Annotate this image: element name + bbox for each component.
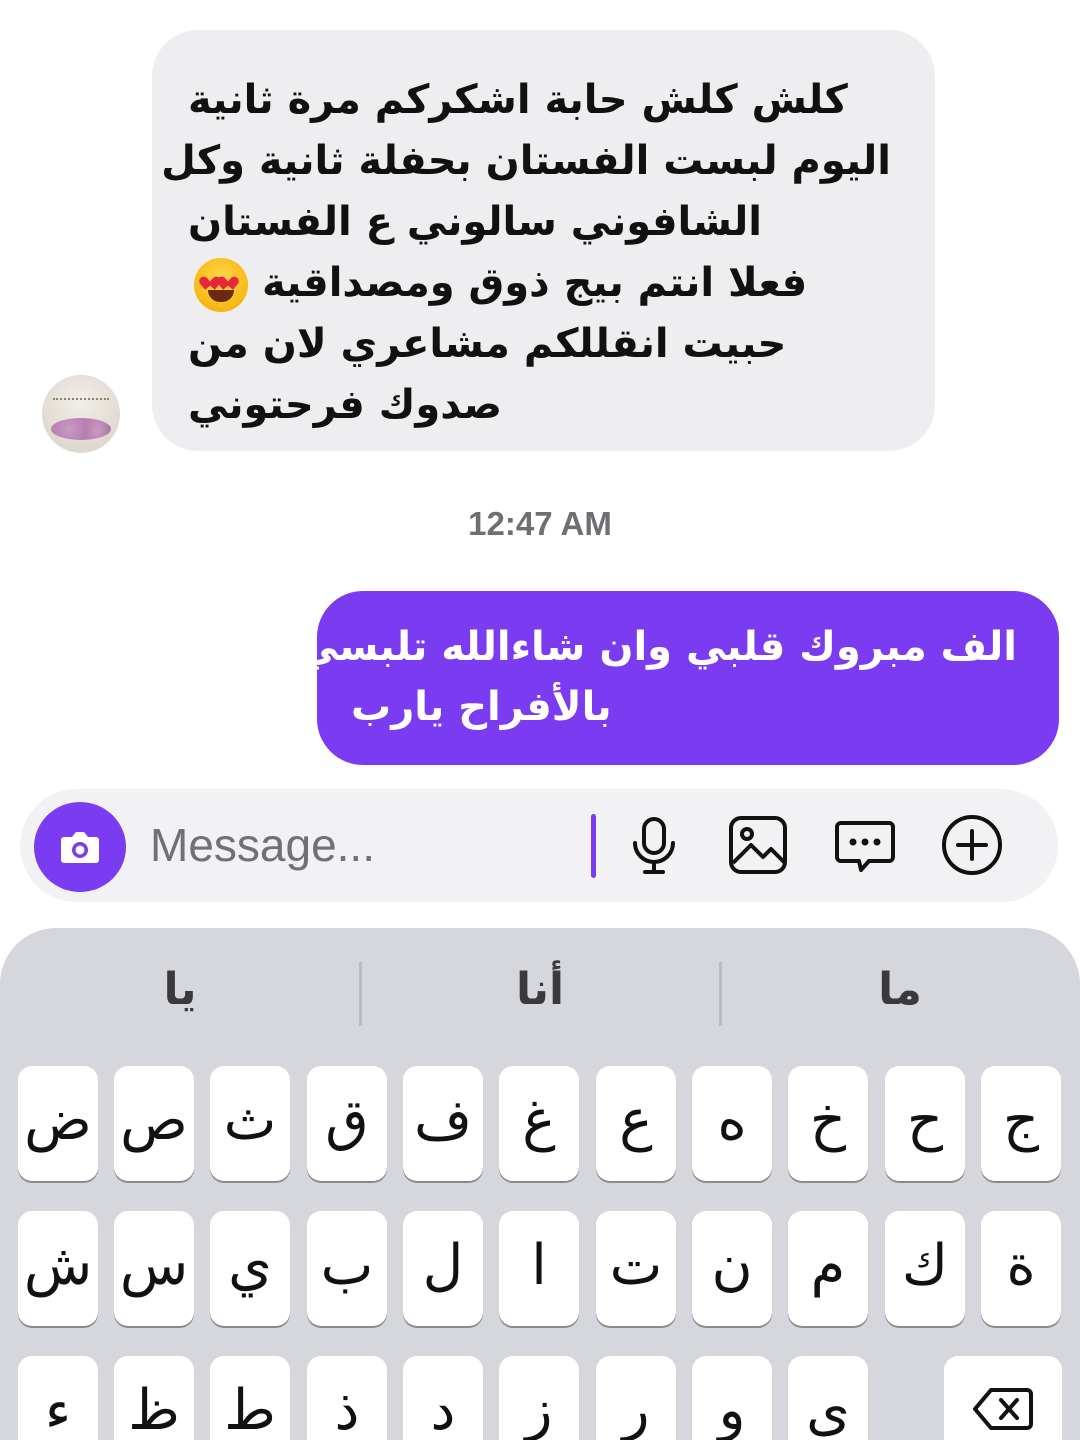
arabic-keyboard: يا أنا ما ض ص ث ق ف غ ع ه خ ح ج ش س ي ب … [0, 928, 1080, 1440]
message-line-with-emoji: فعلا انتم بيج ذوق ومصداقية [188, 253, 891, 314]
key[interactable]: د [403, 1356, 483, 1440]
key[interactable]: ب [307, 1211, 387, 1326]
gallery-icon [729, 816, 787, 874]
avatar-flowers-decoration [51, 418, 111, 440]
message-line: بالأفراح يارب [351, 684, 612, 730]
key[interactable]: ق [307, 1066, 387, 1181]
incoming-message-bubble[interactable]: كلش كلش حابة اشكركم مرة ثانية اليوم لبست… [152, 30, 935, 451]
plus-circle-icon [942, 815, 1002, 875]
camera-button[interactable] [34, 802, 126, 892]
camera-icon [61, 832, 99, 863]
key[interactable]: ى [788, 1356, 868, 1440]
message-line: حبيت انقللكم مشاعري لان من [188, 321, 787, 367]
suggestion-bar: يا أنا ما [0, 928, 1080, 1048]
message-input[interactable] [150, 815, 580, 875]
key[interactable]: ظ [114, 1356, 194, 1440]
key[interactable]: ف [403, 1066, 483, 1181]
key[interactable]: ت [596, 1211, 676, 1326]
microphone-icon [633, 817, 675, 874]
key[interactable]: ه [692, 1066, 772, 1181]
message-line: الشافوني سالوني ع الفستان [188, 199, 762, 245]
key[interactable]: ط [210, 1356, 290, 1440]
key[interactable]: س [114, 1211, 194, 1326]
key[interactable]: ي [210, 1211, 290, 1326]
delete-key[interactable] [944, 1356, 1062, 1440]
key[interactable]: ص [114, 1066, 194, 1181]
key[interactable]: خ [788, 1066, 868, 1181]
key[interactable]: م [788, 1211, 868, 1326]
key[interactable]: ج [981, 1066, 1061, 1181]
key[interactable]: ش [18, 1211, 98, 1326]
key[interactable]: ا [499, 1211, 579, 1326]
key[interactable]: ث [210, 1066, 290, 1181]
delete-icon [973, 1388, 1033, 1430]
message-line: الف مبروك قلبي وان شاءالله تلبسي [298, 624, 1018, 670]
suggestion-item[interactable]: ما [720, 964, 1080, 1015]
key[interactable]: ل [403, 1211, 483, 1326]
message-line: كلش كلش حابة اشكركم مرة ثانية [188, 77, 848, 123]
gallery-button[interactable] [724, 811, 792, 879]
heart-eyes-emoji-icon [194, 258, 248, 312]
key[interactable]: ذ [307, 1356, 387, 1440]
key[interactable]: ر [596, 1356, 676, 1440]
message-composer [20, 789, 1058, 902]
microphone-button[interactable] [620, 811, 688, 879]
key[interactable]: ض [18, 1066, 98, 1181]
outgoing-message-bubble[interactable]: الف مبروك قلبي وان شاءالله تلبسي بالأفرا… [298, 591, 1059, 765]
text-caret [591, 814, 596, 878]
suggestion-item[interactable]: أنا [360, 964, 720, 1015]
key[interactable]: ح [885, 1066, 965, 1181]
message-timestamp: 12:47 AM [468, 505, 612, 542]
suggestion-item[interactable]: يا [0, 964, 360, 1015]
message-line: صدوك فرحتوني [188, 382, 503, 428]
sticker-chat-icon [835, 821, 895, 872]
avatar-script-decoration [53, 398, 109, 401]
key[interactable]: ة [981, 1211, 1061, 1326]
message-line: اليوم لبست الفستان بحفلة ثانية وكل [161, 138, 891, 184]
key[interactable]: ز [499, 1356, 579, 1440]
more-button[interactable] [938, 811, 1006, 879]
key[interactable]: ع [596, 1066, 676, 1181]
key[interactable]: ء [18, 1356, 98, 1440]
key[interactable]: و [692, 1356, 772, 1440]
sticker-button[interactable] [831, 811, 899, 879]
key[interactable]: ن [692, 1211, 772, 1326]
key[interactable]: ك [885, 1211, 965, 1326]
sender-avatar[interactable] [42, 375, 120, 453]
key[interactable]: غ [499, 1066, 579, 1181]
